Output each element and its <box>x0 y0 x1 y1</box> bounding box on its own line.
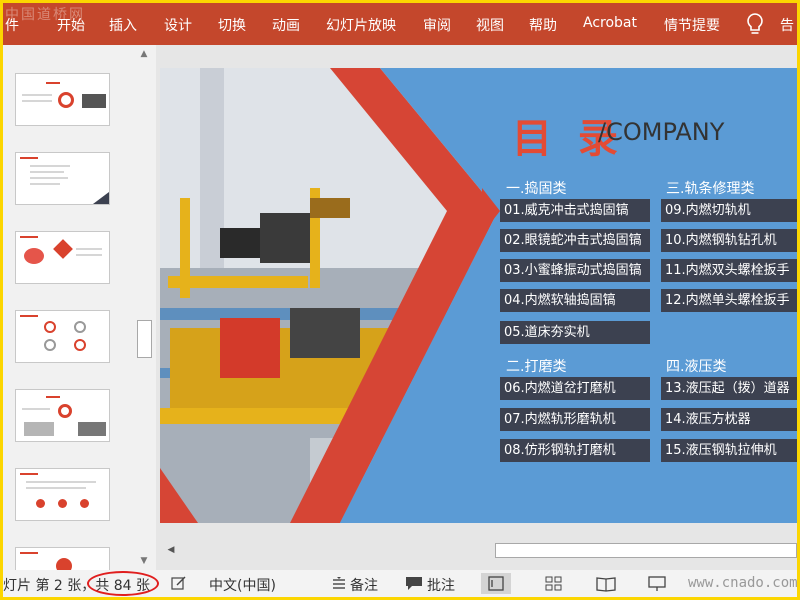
slide-thumbnail[interactable] <box>15 468 110 521</box>
list-item: 01.威克冲击式捣固镐 <box>500 199 650 222</box>
slideshow-button[interactable] <box>643 573 673 594</box>
tab-home[interactable]: 开始 <box>57 15 85 35</box>
slide-thumbnail[interactable] <box>15 73 110 126</box>
status-bar: 灯片 第 2 张，共 84 张 中文(中国) 备注 批注 www.cnado.c… <box>3 570 797 597</box>
slide-subtitle: /COMPANY <box>598 118 725 146</box>
normal-view-icon <box>488 576 504 591</box>
scroll-left-icon[interactable]: ◀ <box>164 544 178 557</box>
category-heading: 三.轨条修理类 <box>666 181 755 197</box>
slide-canvas[interactable]: 目 录 /COMPANY 一.捣固类 01.威克冲击式捣固镐 02.眼镜蛇冲击式… <box>160 68 797 523</box>
normal-view-button[interactable] <box>481 573 511 594</box>
list-item: 10.内燃钢轨钻孔机 <box>661 229 797 252</box>
list-item: 05.道床夯实机 <box>500 321 650 344</box>
category-heading: 一.捣固类 <box>506 181 567 197</box>
slide-thumbnail[interactable] <box>15 310 110 363</box>
app-window: 中国道桥网 件 开始 插入 设计 切换 动画 幻灯片放映 审阅 视图 帮助 Ac… <box>3 3 797 597</box>
slide-thumbnail-pane <box>3 45 156 574</box>
notes-button[interactable]: 备注 <box>350 575 378 595</box>
hscroll-thumb[interactable] <box>495 543 797 558</box>
tab-transitions[interactable]: 切换 <box>218 15 246 35</box>
list-item: 07.内燃轨形磨轨机 <box>500 408 650 431</box>
tab-review[interactable]: 审阅 <box>423 15 451 35</box>
thumbnail-scrollbar[interactable]: ▲ ▼ <box>135 45 153 573</box>
language-indicator[interactable]: 中文(中国) <box>209 575 276 595</box>
slide-hscrollbar[interactable]: ◀ <box>160 541 797 559</box>
grid-icon <box>545 576 562 591</box>
list-item: 11.内燃双头螺栓扳手 <box>661 259 797 282</box>
comments-button[interactable]: 批注 <box>427 575 455 595</box>
slide-thumbnail[interactable] <box>15 152 110 205</box>
projector-icon <box>648 576 666 591</box>
category-heading: 四.液压类 <box>666 359 727 375</box>
list-item: 12.内燃单头螺栓扳手 <box>661 289 797 312</box>
scroll-thumb[interactable] <box>137 320 152 358</box>
tab-design[interactable]: 设计 <box>164 15 192 35</box>
scroll-down-icon[interactable]: ▼ <box>138 555 150 567</box>
spellcheck-icon[interactable] <box>171 576 187 591</box>
highlight-circle <box>87 571 159 596</box>
list-item: 02.眼镜蛇冲击式捣固镐 <box>500 229 650 252</box>
site-watermark-bottom: www.cnado.com <box>688 575 797 591</box>
notes-icon[interactable] <box>332 577 346 591</box>
list-item: 06.内燃道岔打磨机 <box>500 377 650 400</box>
tab-animations[interactable]: 动画 <box>272 15 300 35</box>
list-item: 13.液压起（拨）道器 <box>661 377 797 400</box>
tab-help[interactable]: 帮助 <box>529 15 557 35</box>
list-item: 14.液压方枕器 <box>661 408 797 431</box>
list-item: 03.小蜜蜂振动式捣固镐 <box>500 259 650 282</box>
tab-storyboard[interactable]: 情节提要 <box>664 15 720 35</box>
tab-file[interactable]: 件 <box>5 15 19 35</box>
tab-insert[interactable]: 插入 <box>109 15 137 35</box>
tab-slideshow[interactable]: 幻灯片放映 <box>326 15 396 35</box>
tab-view[interactable]: 视图 <box>476 15 504 35</box>
list-item: 15.液压钢轨拉伸机 <box>661 439 797 462</box>
list-item: 04.内燃软轴捣固镐 <box>500 289 650 312</box>
slide-thumbnail[interactable] <box>15 231 110 284</box>
reading-view-button[interactable] <box>591 573 621 594</box>
tab-acrobat[interactable]: Acrobat <box>583 15 637 31</box>
scroll-up-icon[interactable]: ▲ <box>138 48 150 60</box>
slide-thumbnail[interactable] <box>15 389 110 442</box>
list-item: 08.仿形钢轨打磨机 <box>500 439 650 462</box>
category-heading: 二.打磨类 <box>506 359 567 375</box>
ribbon-tab-bar: 中国道桥网 件 开始 插入 设计 切换 动画 幻灯片放映 审阅 视图 帮助 Ac… <box>3 3 797 45</box>
tell-me-box[interactable]: 告 <box>780 15 794 35</box>
list-item: 09.内燃切轨机 <box>661 199 797 222</box>
book-icon <box>596 577 616 592</box>
slide-sorter-button[interactable] <box>539 573 569 594</box>
comment-icon[interactable] <box>405 576 423 591</box>
lightbulb-icon[interactable] <box>744 12 766 36</box>
